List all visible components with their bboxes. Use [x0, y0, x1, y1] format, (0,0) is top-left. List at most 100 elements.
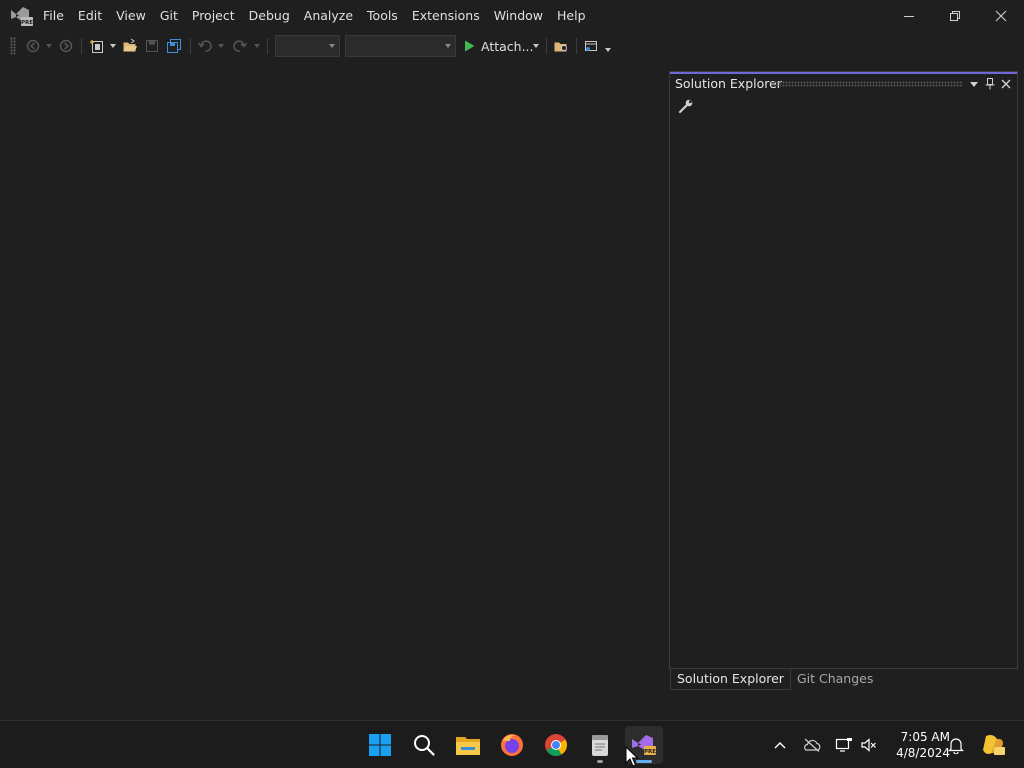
window-controls: [886, 0, 1024, 32]
restore-button[interactable]: [932, 0, 978, 32]
menu-tools[interactable]: Tools: [360, 4, 405, 28]
notifications-button[interactable]: [944, 733, 968, 757]
folder-search-icon: [554, 42, 567, 52]
file-explorer-icon: [456, 737, 480, 755]
redo-button[interactable]: [230, 36, 250, 56]
menu-debug[interactable]: Debug: [242, 4, 297, 28]
window-position-button[interactable]: [967, 76, 981, 92]
chevron-down-icon: [533, 44, 539, 48]
minimize-button[interactable]: [886, 0, 932, 32]
svg-text:PRE: PRE: [21, 20, 33, 26]
taskbar-firefox[interactable]: [493, 726, 531, 764]
toolbar-separator: [546, 38, 547, 54]
toolbar-separator: [190, 38, 191, 54]
solution-configurations-combo[interactable]: [275, 35, 340, 57]
system-clock[interactable]: 7:05 AM 4/8/2024: [884, 729, 950, 761]
panel-title: Solution Explorer: [675, 76, 782, 91]
navigate-back-button[interactable]: [22, 36, 44, 56]
menu-bar: File Edit View Git Project Debug Analyze…: [36, 0, 593, 32]
mouse-cursor-icon: [625, 745, 639, 768]
toolbar-separator: [576, 38, 577, 54]
undo-dropdown[interactable]: [216, 36, 226, 56]
attach-label: Attach...: [481, 38, 534, 54]
tab-git-changes[interactable]: Git Changes: [791, 669, 879, 690]
running-indicator: [597, 760, 603, 763]
search-button[interactable]: [405, 726, 443, 764]
browse-folder-button[interactable]: [551, 36, 571, 56]
undo-icon: [197, 40, 212, 52]
taskbar-file-explorer[interactable]: [449, 726, 487, 764]
minimize-icon: [904, 16, 914, 17]
menu-project[interactable]: Project: [185, 4, 242, 28]
panel-tabs: Solution Explorer Git Changes: [670, 669, 879, 690]
toolbar-options-dropdown[interactable]: [603, 40, 613, 60]
menu-extensions[interactable]: Extensions: [405, 4, 487, 28]
network-tray-icon[interactable]: [832, 733, 856, 757]
restore-icon: [950, 11, 960, 21]
menu-window[interactable]: Window: [487, 4, 550, 28]
save-all-button[interactable]: [164, 36, 184, 56]
visual-studio-preview-icon[interactable]: PRE: [10, 5, 34, 27]
toolbar-separator: [267, 38, 268, 54]
volume-muted-icon: [861, 738, 876, 752]
menu-view[interactable]: View: [109, 4, 153, 28]
menu-help[interactable]: Help: [550, 4, 593, 28]
solution-explorer-panel: Solution Explorer: [669, 71, 1018, 669]
undo-button[interactable]: [195, 36, 215, 56]
clock-time: 7:05 AM: [900, 730, 950, 744]
attach-dropdown[interactable]: [531, 36, 541, 56]
search-icon: [414, 735, 435, 756]
new-project-icon: [90, 40, 103, 53]
solution-explorer-header[interactable]: Solution Explorer: [670, 74, 1017, 94]
chevron-down-icon: [46, 44, 52, 48]
redo-dropdown[interactable]: [252, 36, 262, 56]
menu-git[interactable]: Git: [153, 4, 185, 28]
taskbar-notepad[interactable]: [581, 726, 619, 764]
firefox-icon: [501, 734, 523, 756]
open-file-button[interactable]: [120, 36, 140, 56]
new-project-button[interactable]: [87, 36, 107, 56]
onedrive-tray-icon[interactable]: [800, 733, 824, 757]
panel-close-button[interactable]: [999, 76, 1013, 92]
window-layout-icon: [585, 41, 597, 51]
start-icon: [369, 734, 391, 756]
window-layout-button[interactable]: [581, 36, 601, 56]
close-button[interactable]: [978, 0, 1024, 32]
clock-date: 4/8/2024: [896, 746, 950, 760]
play-icon: [465, 40, 475, 52]
close-icon: [1001, 79, 1011, 89]
bell-icon: [948, 738, 964, 754]
toolbar-grip[interactable]: [10, 37, 16, 55]
redo-icon: [233, 40, 248, 52]
volume-tray-icon[interactable]: [857, 733, 881, 757]
pin-icon: [985, 78, 995, 90]
chevron-down-icon: [970, 82, 978, 87]
navigate-back-dropdown[interactable]: [44, 36, 54, 56]
chevron-down-icon: [445, 44, 451, 48]
menu-edit[interactable]: Edit: [71, 4, 109, 28]
notepad-icon: [592, 735, 608, 756]
chevron-down-icon: [110, 44, 116, 48]
menu-file[interactable]: File: [36, 4, 71, 28]
network-icon: [835, 738, 852, 752]
solution-platforms-combo[interactable]: [345, 35, 456, 57]
show-hidden-icons-button[interactable]: [768, 733, 792, 757]
taskbar: PRE 7:05 AM 4/8/2024: [0, 720, 1024, 768]
copilot-button[interactable]: [978, 732, 1008, 758]
start-button[interactable]: [361, 726, 399, 764]
attach-button[interactable]: Attach...: [462, 36, 534, 56]
auto-hide-button[interactable]: [983, 76, 997, 92]
taskbar-chrome[interactable]: [537, 726, 575, 764]
open-folder-icon: [123, 38, 137, 52]
chevron-down-icon: [329, 44, 335, 48]
new-project-dropdown[interactable]: [108, 36, 118, 56]
navigate-forward-button[interactable]: [56, 36, 76, 56]
menu-analyze[interactable]: Analyze: [297, 4, 360, 28]
chrome-icon: [545, 734, 567, 756]
copilot-icon: [983, 735, 1005, 755]
tab-solution-explorer[interactable]: Solution Explorer: [670, 669, 791, 690]
save-all-icon: [167, 39, 181, 53]
save-button[interactable]: [142, 36, 162, 56]
properties-button[interactable]: [678, 98, 694, 114]
navigate-back-icon: [26, 39, 40, 53]
